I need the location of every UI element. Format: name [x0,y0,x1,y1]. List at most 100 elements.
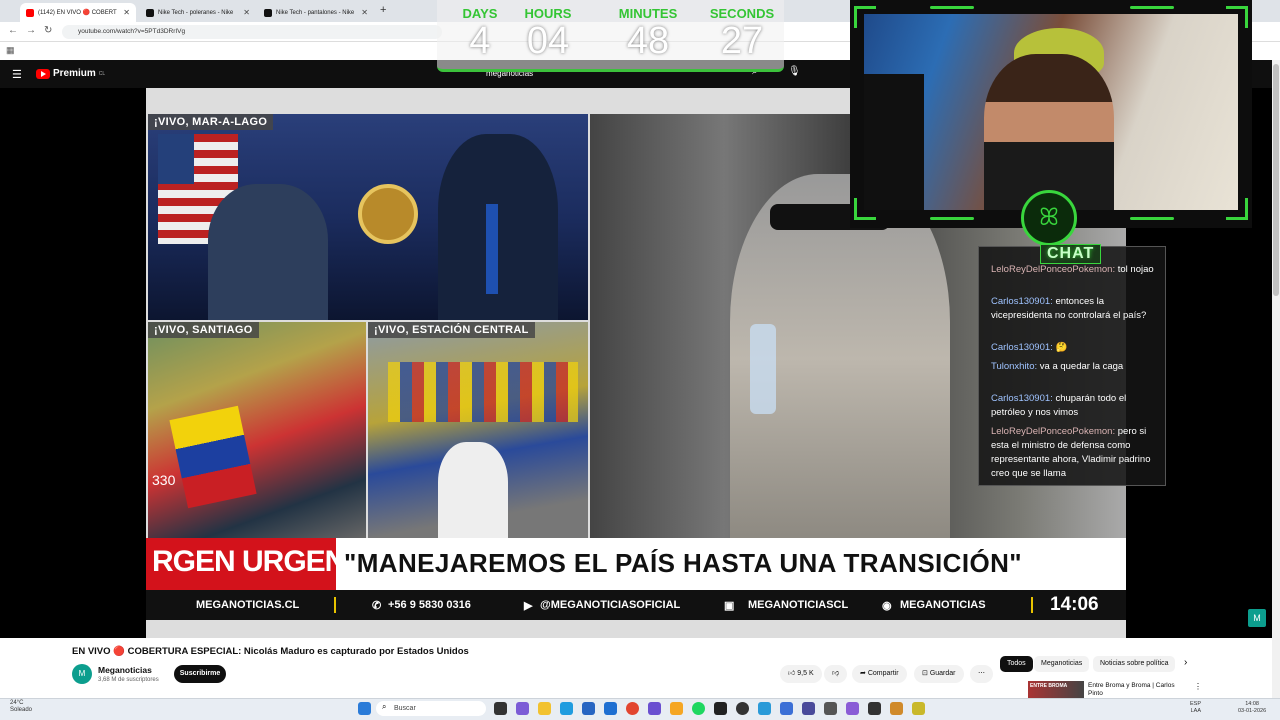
like-button[interactable]: 👍︎ 9,5 K [780,665,822,683]
tab-label: (1142) EN VIVO 🔴 COBERT [38,10,117,16]
url-field[interactable]: youtube.com/watch?v=5PTd3DRrIVg [62,25,442,39]
more-vert-icon[interactable]: ⋮ [1194,682,1202,691]
frame-corner [1226,6,1248,28]
scrollbar-thumb[interactable] [1273,64,1279,296]
terminal-icon[interactable] [714,702,727,715]
tab-nike-pantalones[interactable]: Nike Tech - pantalones - Nike ✕ [258,3,374,22]
tab-label: Nike Tech - pantalones - Nike [276,9,355,16]
frame-edge [1130,6,1174,9]
chat-message: Carlos130901: 🤔 [991,341,1163,355]
tab-youtube[interactable]: (1142) EN VIVO 🔴 COBERT ✕ [20,3,136,22]
webcam-feed [864,14,1238,210]
app-icon[interactable] [868,702,881,715]
chat-text: va a quedar la caga [1039,361,1124,372]
youtube-favicon-icon [26,8,34,17]
countdown-hours: HOURS 04 [505,6,591,61]
back-icon[interactable]: ← [8,25,18,36]
youtube-logo[interactable]: Premium CL [36,68,105,79]
standing-figure [438,134,558,320]
edge-icon[interactable] [560,702,573,715]
dislike-button[interactable]: 👎︎ [824,665,848,683]
share-button[interactable]: ➦ Compartir [852,665,907,683]
spotify-app-icon[interactable] [692,702,705,715]
chip-politics[interactable]: Noticias sobre política [1093,656,1176,672]
close-icon[interactable]: ✕ [361,8,368,17]
obs-icon[interactable] [736,702,749,715]
chat-message: LeloReyDelPonceoPokemon: pero si esta el… [991,425,1163,481]
presidential-seal [358,184,418,244]
app-icon[interactable] [780,702,793,715]
new-tab-button[interactable]: + [380,4,386,16]
channel-name[interactable]: Meganoticias [98,665,152,675]
lang-secondary: LAA [1190,708,1202,714]
chip-all[interactable]: Todos [1000,656,1033,672]
frame-edge [1130,217,1174,220]
channel-avatar[interactable]: M [72,664,92,684]
seconds-label: SECONDS [709,6,775,21]
crowd-flags [388,362,578,422]
subscribe-button[interactable]: Suscribirme [174,665,226,683]
discord-icon[interactable] [648,702,661,715]
chat-message: Tulonxhito: va a quedar la caga [991,360,1163,374]
microphone-arm [864,74,924,210]
folder-icon[interactable] [670,702,683,715]
microphone-icon[interactable]: 🎙 [788,66,804,82]
mail-icon[interactable] [604,702,617,715]
video-pane-estacion-central: ¡VIVO, ESTACIÓN CENTRAL [368,322,588,538]
lang-primary: ESP [1190,701,1202,707]
twitch-icon: ▣ [724,600,735,612]
app-icon[interactable] [846,702,859,715]
phone-text: +56 9 5830 0316 [388,599,471,611]
close-icon[interactable]: ✕ [123,8,130,17]
seconds-value: 27 [720,20,764,62]
countdown-minutes: MINUTES 48 [605,6,691,61]
app-icon[interactable] [758,702,771,715]
clock-date: 03-01-2026 [1238,708,1267,714]
weather-temp: 24°C [10,700,24,706]
recommended-thumbnail[interactable]: ENTRE BROMA [1028,681,1084,698]
chrome-icon[interactable] [626,702,639,715]
taskbar-search[interactable]: Buscar [376,701,486,716]
close-icon[interactable]: ✕ [243,8,250,17]
youtube-play-icon [36,68,50,79]
save-button[interactable]: ⊡ Guardar [914,665,964,683]
task-view-icon[interactable] [494,702,507,715]
chip-meganoticias[interactable]: Meganoticias [1034,656,1090,672]
taskbar-clock[interactable]: 14:08 03-01-2026 [1238,701,1266,715]
app-icon[interactable] [824,702,837,715]
app-icon[interactable] [912,702,925,715]
meganoticias-watermark-icon: M [1248,609,1266,627]
frame-edge [930,6,974,9]
weather-widget[interactable]: 24°C Soleado [10,700,32,714]
recommended-title[interactable]: Entre Broma y Broma | Carlos Pinto [1088,682,1184,698]
chevron-right-icon[interactable]: › [1184,657,1187,668]
hours-label: HOURS [524,6,572,21]
crowd-figure [438,442,508,538]
thumbs-up-icon: 👍︎ [788,670,796,677]
chat-message: LeloReyDelPonceoPokemon: tol nojao [991,263,1163,277]
forward-icon[interactable]: → [26,25,36,36]
app-icon[interactable] [890,702,903,715]
menu-icon[interactable]: ☰ [12,68,22,81]
clock-time: 14:08 [1245,701,1259,707]
tab-nike-poleranes[interactable]: Nike Tech - poleranes - Nike ✕ [140,3,256,22]
separator [1031,597,1033,613]
app-icon[interactable] [802,702,815,715]
more-actions-icon[interactable]: ⋯ [970,665,993,683]
copilot-icon[interactable] [516,702,529,715]
youtube-region: CL [98,70,106,77]
streamer-figure [984,54,1114,210]
whatsapp-icon: ✆ [372,600,382,612]
windows-start-icon[interactable] [358,702,371,715]
search-icon: ⌕ [382,702,387,711]
apps-icon[interactable]: ▦ [6,45,15,56]
language-indicator[interactable]: ESP LAA [1190,701,1201,715]
headline-text: "MANEJAREMOS EL PAÍS HASTA UNA TRANSICIÓ… [344,548,1023,578]
store-icon[interactable] [582,702,595,715]
chat-user: Carlos130901: [991,393,1053,404]
chat-message: Carlos130901: chuparán todo el petróleo … [991,392,1163,420]
windows-taskbar [0,698,1280,720]
file-explorer-icon[interactable] [538,702,551,715]
reload-icon[interactable]: ↻ [44,25,52,36]
location-label-santiago: ¡VIVO, SANTIAGO [148,322,259,338]
